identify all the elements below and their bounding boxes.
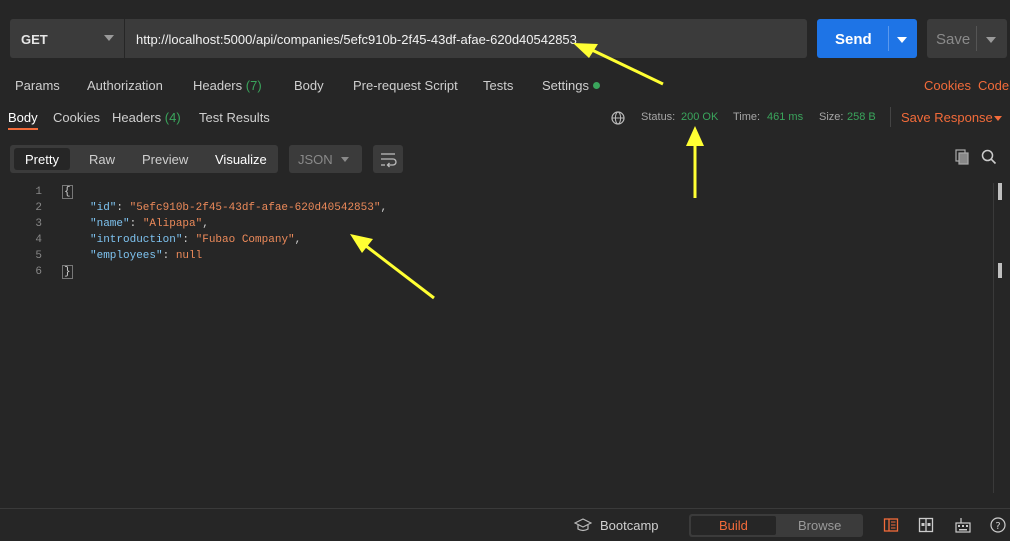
annotation-arrow [350,234,435,300]
resp-tab-test-results[interactable]: Test Results [199,110,270,125]
code-line: "id": "5efc910b-2f45-43df-afae-620d40542… [90,202,388,214]
code-link[interactable]: Code [978,78,1009,93]
resp-tab-headers-label: Headers [112,110,162,125]
line-number: 5 [35,250,42,262]
tab-tests[interactable]: Tests [483,78,513,93]
send-divider [888,26,889,51]
json-key: "introduction" [90,234,183,246]
resp-tab-headers-count: (4) [164,110,181,125]
line-number: 2 [35,202,42,214]
svg-text:?: ? [995,521,1000,532]
tab-settings[interactable]: Settings [542,78,589,93]
scrollbar-marker [998,183,1002,200]
open-brace: { [62,185,73,199]
status-value: 200 OK [681,111,719,123]
tab-params[interactable]: Params [15,78,60,93]
time-value: 461 ms [767,111,804,123]
json-value: "Fubao Company" [195,234,295,246]
save-response-chevron-icon[interactable] [994,116,1002,121]
method-value: GET [21,32,48,47]
code-line: "employees": null [90,250,203,262]
tab-body[interactable]: Body [294,78,324,93]
build-button[interactable]: Build [719,518,748,533]
json-value: "Alipapa" [142,218,203,230]
help-icon[interactable]: ? [990,517,1006,533]
code-line: "name": "Alipapa", [90,218,209,230]
active-tab-indicator [8,128,38,130]
browse-button[interactable]: Browse [798,518,841,533]
bootcamp-link[interactable]: Bootcamp [600,518,659,533]
json-key: "name" [90,218,130,230]
code-line: "introduction": "Fubao Company", [90,234,302,246]
size-value: 258 B [847,111,876,123]
send-label: Send [835,31,872,48]
time-label: Time: [733,111,761,123]
status-label: Status: [641,111,676,123]
layout-columns-icon[interactable] [918,517,934,533]
meta-divider [890,107,891,127]
view-preview-button[interactable]: Preview [142,152,188,167]
view-raw-button[interactable]: Raw [89,152,115,167]
resp-tab-cookies[interactable]: Cookies [53,110,100,125]
chevron-down-icon[interactable] [104,35,114,41]
close-brace: } [62,265,73,279]
format-value: JSON [298,152,333,167]
format-chevron-icon[interactable] [341,157,349,162]
settings-status-dot [593,82,600,89]
scrollbar-track[interactable] [993,183,994,493]
view-pretty-button[interactable]: Pretty [25,152,59,167]
json-key: "employees" [90,250,163,262]
url-value: http://localhost:5000/api/companies/5efc… [136,32,577,47]
save-label: Save [936,31,971,48]
tab-headers[interactable]: Headers (7) [193,78,262,93]
send-options-chevron-icon[interactable] [897,37,907,43]
search-icon[interactable] [981,149,997,165]
size-label: Size: [819,111,844,123]
wrap-lines-button[interactable] [373,145,403,173]
tab-headers-label: Headers [193,78,243,93]
resp-tab-body[interactable]: Body [8,110,38,125]
json-value: null [175,250,203,262]
resp-tab-headers[interactable]: Headers (4) [112,110,181,125]
copy-icon[interactable] [954,149,970,165]
save-options-chevron-icon[interactable] [986,37,996,43]
tab-authorization[interactable]: Authorization [87,78,163,93]
tab-headers-count: (7) [245,78,262,93]
line-number: 3 [35,218,42,230]
tab-prerequest-script[interactable]: Pre-request Script [353,78,458,93]
globe-icon[interactable] [611,111,625,125]
graduation-cap-icon [574,518,592,532]
save-response-button[interactable]: Save Response [901,110,993,125]
two-pane-view-icon[interactable] [883,517,899,533]
scrollbar-marker [998,263,1002,278]
view-visualize-button[interactable]: Visualize [215,152,267,167]
annotation-arrow [686,126,704,198]
json-value: "5efc910b-2f45-43df-afae-620d40542853" [129,202,381,214]
line-number: 6 [35,266,42,278]
code-line: { [62,185,73,199]
save-divider [976,26,977,51]
cookies-link[interactable]: Cookies [924,78,971,93]
json-key: "id" [90,202,117,214]
wrap-lines-icon [381,153,397,168]
footer-divider [0,508,1010,509]
line-number: 4 [35,234,42,246]
code-line: } [62,265,73,279]
keyboard-shortcuts-icon[interactable] [955,517,971,533]
line-number: 1 [35,186,42,198]
